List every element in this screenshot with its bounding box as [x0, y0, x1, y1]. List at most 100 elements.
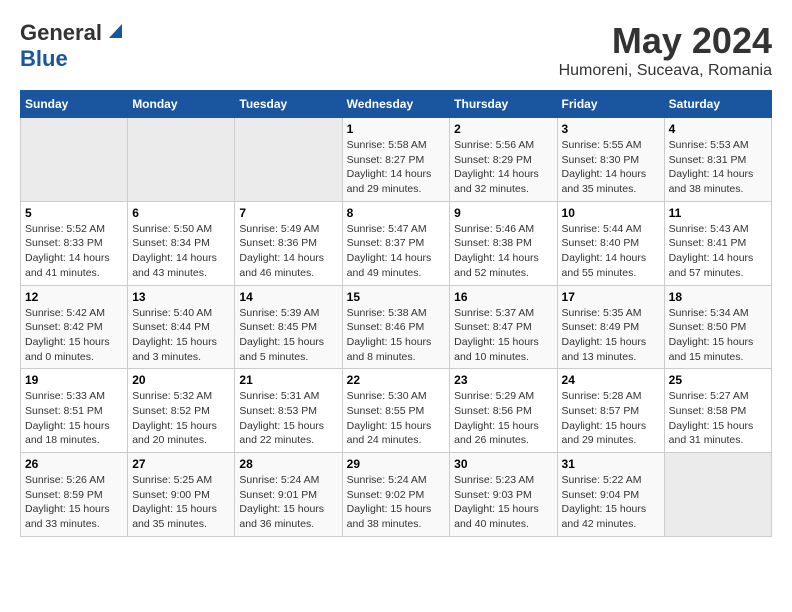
calendar-day-cell: 1Sunrise: 5:58 AM Sunset: 8:27 PM Daylig…: [342, 118, 450, 202]
day-info: Sunrise: 5:22 AM Sunset: 9:04 PM Dayligh…: [562, 473, 660, 532]
day-info: Sunrise: 5:35 AM Sunset: 8:49 PM Dayligh…: [562, 306, 660, 365]
calendar-week-row: 5 Sunrise: 5:52 AM Sunset: 8:33 PM Daylig…: [21, 201, 772, 285]
day-number: 22: [347, 373, 446, 387]
day-number: 11: [669, 206, 767, 220]
calendar-day-cell: 31 Sunrise: 5:22 AM Sunset: 9:04 PM Dayli…: [557, 453, 664, 537]
day-number: 14: [239, 290, 337, 304]
calendar-day-cell: 13Sunrise: 5:40 AM Sunset: 8:44 PM Dayli…: [128, 285, 235, 369]
calendar-day-cell: 27 Sunrise: 5:25 AM Sunset: 9:00 PM Dayli…: [128, 453, 235, 537]
day-info: Sunrise: 5:32 AM Sunset: 8:52 PM Dayligh…: [132, 389, 230, 448]
title-block: May 2024 Humoreni, Suceava, Romania: [559, 20, 772, 80]
calendar-week-row: 12 Sunrise: 5:42 AM Sunset: 8:42 PM Dayli…: [21, 285, 772, 369]
logo: General Blue: [20, 20, 122, 72]
day-info: Sunrise: 5:56 AM Sunset: 8:29 PM Dayligh…: [454, 138, 552, 197]
day-info: Sunrise: 5:42 AM Sunset: 8:42 PM Dayligh…: [25, 306, 123, 365]
day-info: Sunrise: 5:28 AM Sunset: 8:57 PM Dayligh…: [562, 389, 660, 448]
weekday-header-cell: Tuesday: [235, 91, 342, 118]
day-number: 9: [454, 206, 552, 220]
day-number: 30: [454, 457, 552, 471]
calendar-week-row: 1Sunrise: 5:58 AM Sunset: 8:27 PM Daylig…: [21, 118, 772, 202]
calendar-day-cell: 24 Sunrise: 5:28 AM Sunset: 8:57 PM Dayli…: [557, 369, 664, 453]
day-number: 23: [454, 373, 552, 387]
day-info: Sunrise: 5:58 AM Sunset: 8:27 PM Dayligh…: [347, 138, 446, 197]
calendar-day-cell: [235, 118, 342, 202]
day-number: 2: [454, 122, 552, 136]
weekday-header-row: SundayMondayTuesdayWednesdayThursdayFrid…: [21, 91, 772, 118]
calendar-day-cell: 21Sunrise: 5:31 AM Sunset: 8:53 PM Dayli…: [235, 369, 342, 453]
calendar-day-cell: 19Sunrise: 5:33 AM Sunset: 8:51 PM Dayli…: [21, 369, 128, 453]
calendar-day-cell: 30 Sunrise: 5:23 AM Sunset: 9:03 PM Dayli…: [450, 453, 557, 537]
calendar-day-cell: [21, 118, 128, 202]
weekday-header-cell: Wednesday: [342, 91, 450, 118]
calendar-day-cell: 7 Sunrise: 5:49 AM Sunset: 8:36 PM Daylig…: [235, 201, 342, 285]
day-number: 31: [562, 457, 660, 471]
calendar-day-cell: 5 Sunrise: 5:52 AM Sunset: 8:33 PM Daylig…: [21, 201, 128, 285]
calendar-day-cell: 17 Sunrise: 5:35 AM Sunset: 8:49 PM Dayli…: [557, 285, 664, 369]
day-info: Sunrise: 5:40 AM Sunset: 8:44 PM Dayligh…: [132, 306, 230, 365]
calendar-day-cell: 8 Sunrise: 5:47 AM Sunset: 8:37 PM Daylig…: [342, 201, 450, 285]
calendar-week-row: 26 Sunrise: 5:26 AM Sunset: 8:59 PM Dayli…: [21, 453, 772, 537]
day-info: Sunrise: 5:43 AM Sunset: 8:41 PM Dayligh…: [669, 222, 767, 281]
day-number: 8: [347, 206, 446, 220]
day-info: Sunrise: 5:39 AM Sunset: 8:45 PM Dayligh…: [239, 306, 337, 365]
day-info: Sunrise: 5:29 AM Sunset: 8:56 PM Dayligh…: [454, 389, 552, 448]
day-info: Sunrise: 5:26 AM Sunset: 8:59 PM Dayligh…: [25, 473, 123, 532]
day-info: Sunrise: 5:46 AM Sunset: 8:38 PM Dayligh…: [454, 222, 552, 281]
day-number: 19: [25, 373, 123, 387]
day-number: 21: [239, 373, 337, 387]
day-info: Sunrise: 5:38 AM Sunset: 8:46 PM Dayligh…: [347, 306, 446, 365]
calendar-day-cell: [128, 118, 235, 202]
calendar-day-cell: 20Sunrise: 5:32 AM Sunset: 8:52 PM Dayli…: [128, 369, 235, 453]
calendar-day-cell: 12 Sunrise: 5:42 AM Sunset: 8:42 PM Dayli…: [21, 285, 128, 369]
location-text: Humoreni, Suceava, Romania: [559, 62, 772, 80]
day-info: Sunrise: 5:52 AM Sunset: 8:33 PM Dayligh…: [25, 222, 123, 281]
weekday-header-cell: Thursday: [450, 91, 557, 118]
month-title: May 2024: [559, 20, 772, 62]
calendar-day-cell: 2 Sunrise: 5:56 AM Sunset: 8:29 PM Daylig…: [450, 118, 557, 202]
calendar-day-cell: 15Sunrise: 5:38 AM Sunset: 8:46 PM Dayli…: [342, 285, 450, 369]
day-number: 27: [132, 457, 230, 471]
calendar-day-cell: 18 Sunrise: 5:34 AM Sunset: 8:50 PM Dayli…: [664, 285, 771, 369]
day-number: 12: [25, 290, 123, 304]
day-number: 7: [239, 206, 337, 220]
day-number: 18: [669, 290, 767, 304]
weekday-header-cell: Monday: [128, 91, 235, 118]
day-number: 24: [562, 373, 660, 387]
day-number: 25: [669, 373, 767, 387]
day-number: 26: [25, 457, 123, 471]
calendar-day-cell: 28 Sunrise: 5:24 AM Sunset: 9:01 PM Dayli…: [235, 453, 342, 537]
day-info: Sunrise: 5:25 AM Sunset: 9:00 PM Dayligh…: [132, 473, 230, 532]
day-number: 3: [562, 122, 660, 136]
day-info: Sunrise: 5:44 AM Sunset: 8:40 PM Dayligh…: [562, 222, 660, 281]
weekday-header-cell: Friday: [557, 91, 664, 118]
calendar-day-cell: 14 Sunrise: 5:39 AM Sunset: 8:45 PM Dayli…: [235, 285, 342, 369]
calendar-body: 1Sunrise: 5:58 AM Sunset: 8:27 PM Daylig…: [21, 118, 772, 537]
day-number: 29: [347, 457, 446, 471]
calendar-day-cell: 6Sunrise: 5:50 AM Sunset: 8:34 PM Daylig…: [128, 201, 235, 285]
day-info: Sunrise: 5:49 AM Sunset: 8:36 PM Dayligh…: [239, 222, 337, 281]
day-info: Sunrise: 5:53 AM Sunset: 8:31 PM Dayligh…: [669, 138, 767, 197]
day-number: 28: [239, 457, 337, 471]
day-info: Sunrise: 5:50 AM Sunset: 8:34 PM Dayligh…: [132, 222, 230, 281]
calendar-day-cell: 4Sunrise: 5:53 AM Sunset: 8:31 PM Daylig…: [664, 118, 771, 202]
calendar-week-row: 19Sunrise: 5:33 AM Sunset: 8:51 PM Dayli…: [21, 369, 772, 453]
day-number: 5: [25, 206, 123, 220]
calendar-day-cell: 16Sunrise: 5:37 AM Sunset: 8:47 PM Dayli…: [450, 285, 557, 369]
calendar-day-cell: 23 Sunrise: 5:29 AM Sunset: 8:56 PM Dayli…: [450, 369, 557, 453]
day-info: Sunrise: 5:55 AM Sunset: 8:30 PM Dayligh…: [562, 138, 660, 197]
calendar-day-cell: 9 Sunrise: 5:46 AM Sunset: 8:38 PM Daylig…: [450, 201, 557, 285]
day-info: Sunrise: 5:23 AM Sunset: 9:03 PM Dayligh…: [454, 473, 552, 532]
weekday-header-cell: Sunday: [21, 91, 128, 118]
day-info: Sunrise: 5:24 AM Sunset: 9:01 PM Dayligh…: [239, 473, 337, 532]
calendar-day-cell: 26 Sunrise: 5:26 AM Sunset: 8:59 PM Dayli…: [21, 453, 128, 537]
weekday-header-cell: Saturday: [664, 91, 771, 118]
day-number: 17: [562, 290, 660, 304]
day-info: Sunrise: 5:47 AM Sunset: 8:37 PM Dayligh…: [347, 222, 446, 281]
logo-triangle-icon: [104, 22, 122, 40]
day-number: 10: [562, 206, 660, 220]
page-header: General Blue May 2024 Humoreni, Suceava,…: [20, 20, 772, 80]
calendar-day-cell: 10 Sunrise: 5:44 AM Sunset: 8:40 PM Dayli…: [557, 201, 664, 285]
day-info: Sunrise: 5:34 AM Sunset: 8:50 PM Dayligh…: [669, 306, 767, 365]
calendar-day-cell: 25Sunrise: 5:27 AM Sunset: 8:58 PM Dayli…: [664, 369, 771, 453]
day-info: Sunrise: 5:30 AM Sunset: 8:55 PM Dayligh…: [347, 389, 446, 448]
